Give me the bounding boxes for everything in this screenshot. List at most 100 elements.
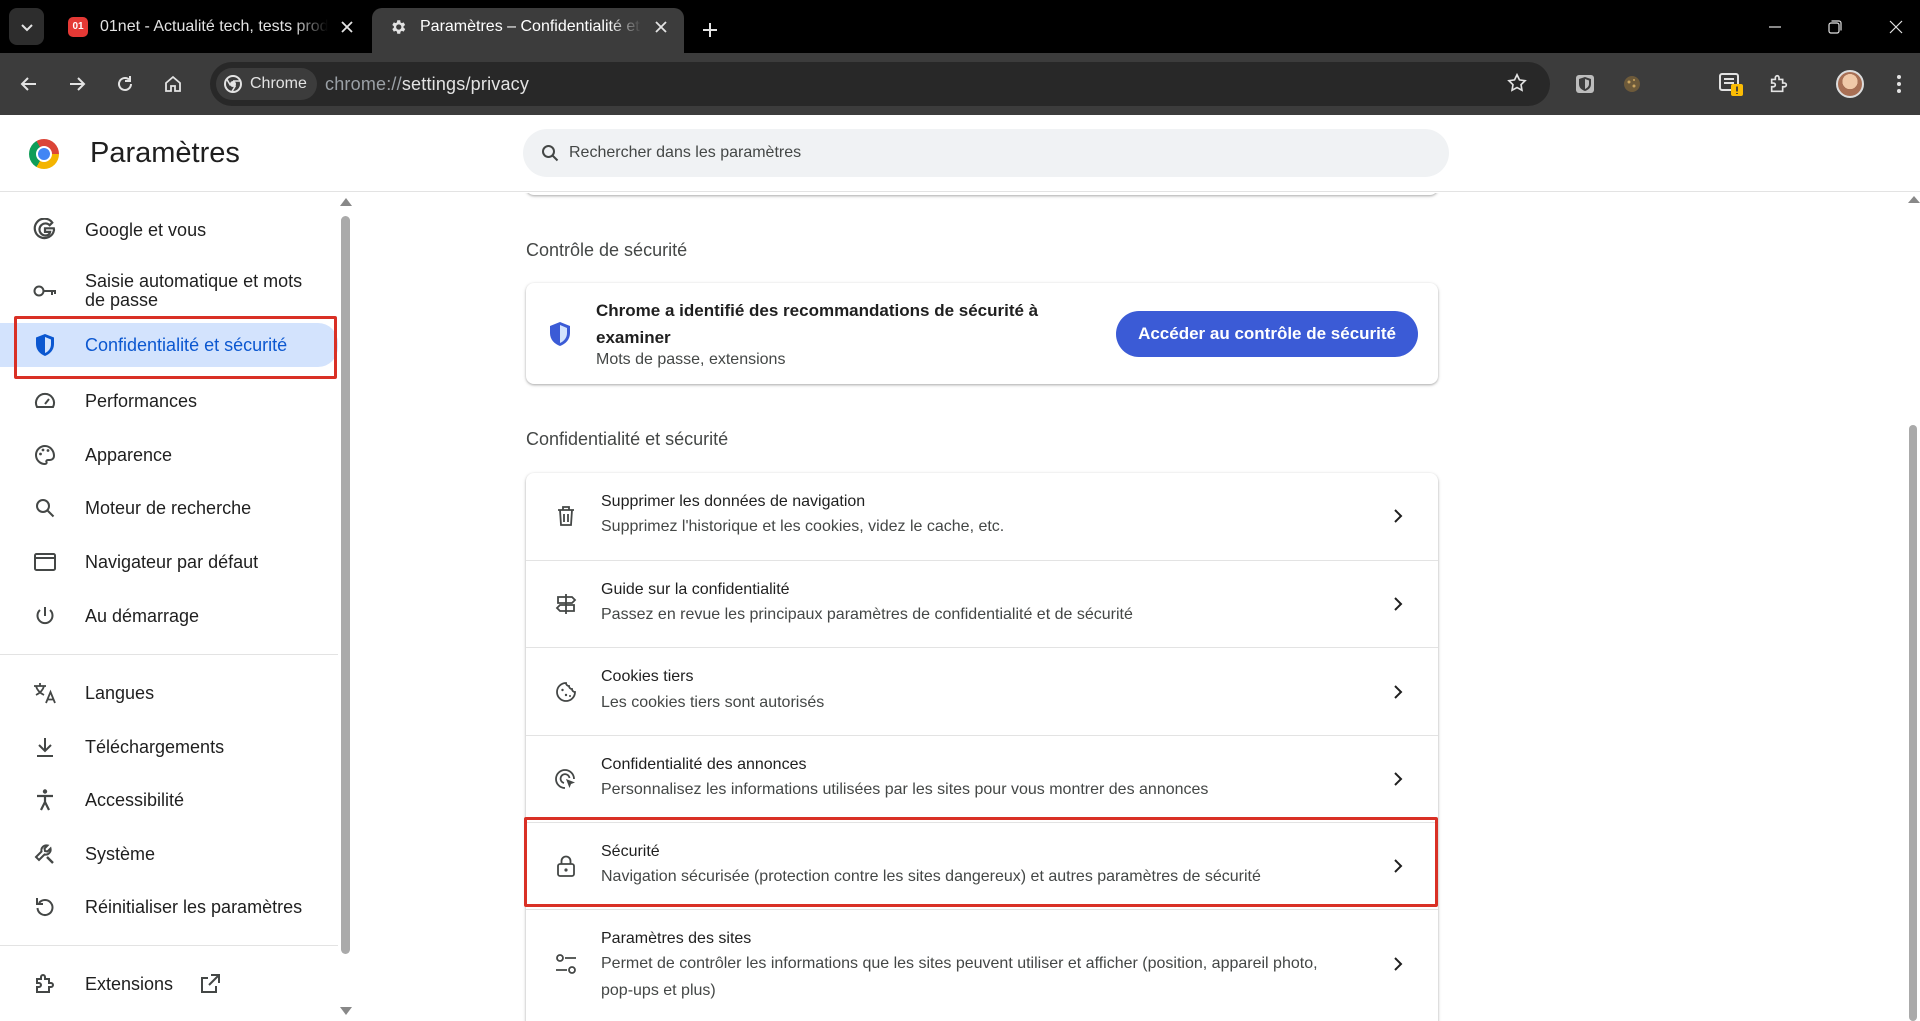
puzzle-icon (1770, 74, 1788, 93)
sidebar-item-reset[interactable]: Réinitialiser les paramètres (0, 890, 338, 924)
reset-icon (31, 893, 59, 921)
tab-01net[interactable]: 01 01net - Actualité tech, tests produit… (52, 8, 370, 53)
sidebar-item-performance[interactable]: Performances (0, 384, 338, 418)
row-title: Cookies tiers (601, 668, 694, 685)
sidebar-divider (0, 945, 338, 946)
sidebar-item-privacy[interactable]: Confidentialité et sécurité (0, 323, 338, 367)
url-text[interactable]: chrome://settings/privacy (325, 74, 529, 95)
tab-close-button[interactable] (650, 16, 672, 38)
row-third-party-cookies[interactable]: Cookies tiers Les cookies tiers sont aut… (526, 647, 1438, 735)
key-icon (31, 277, 59, 305)
minimize-button[interactable] (1757, 10, 1793, 44)
chevron-right-icon (1388, 506, 1408, 526)
bookmark-star-button[interactable] (1506, 72, 1528, 99)
address-bar[interactable]: Chrome chrome://settings/privacy (210, 62, 1550, 106)
sidebar-scroll-down-icon[interactable] (340, 1007, 352, 1015)
extension-cookie-button[interactable] (1615, 67, 1649, 101)
shield-icon (31, 331, 59, 359)
sidebar-item-label: Navigateur par défaut (85, 552, 259, 572)
tab-search-button[interactable] (9, 8, 44, 45)
row-site-settings[interactable]: Paramètres des sites Permet de contrôler… (526, 909, 1438, 1021)
main-scrollbar[interactable] (1909, 425, 1917, 1021)
chevron-down-icon (20, 23, 33, 31)
row-clear-browsing-data[interactable]: Supprimer les données de navigation Supp… (526, 473, 1438, 560)
chrome-logo-icon (29, 139, 59, 169)
home-icon (165, 75, 181, 92)
forward-button[interactable] (58, 65, 96, 103)
tab-title: Paramètres – Confidentialité et sécurité (420, 17, 642, 35)
sliders-icon (554, 952, 578, 976)
trash-icon (554, 504, 578, 528)
safety-check-subtitle: Mots de passe, extensions (596, 351, 786, 368)
restore-button[interactable] (1817, 10, 1853, 44)
settings-search[interactable] (523, 129, 1449, 177)
sidebar-scrollbar[interactable] (341, 216, 350, 954)
row-ad-privacy[interactable]: Confidentialité des annonces Personnalis… (526, 735, 1438, 822)
row-security[interactable]: Sécurité Navigation sécurisée (protectio… (526, 822, 1438, 909)
sidebar-item-startup[interactable]: Au démarrage (0, 599, 338, 633)
sidebar-item-label: Extensions (85, 974, 174, 994)
url-path: settings/privacy (401, 74, 530, 94)
sidebar-item-label: Accessibilité (85, 790, 185, 810)
external-link-icon (196, 970, 224, 998)
extension-notes-button[interactable] (1714, 67, 1748, 101)
minimize-icon (1769, 26, 1781, 28)
reload-button[interactable] (106, 65, 144, 103)
row-subtitle: Passez en revue les principaux paramètre… (601, 606, 1133, 623)
gear-icon (388, 17, 408, 37)
privacy-section-title: Confidentialité et sécurité (526, 429, 729, 449)
profile-avatar[interactable] (1836, 70, 1864, 98)
row-title: Sécurité (601, 843, 660, 860)
extensions-menu-button[interactable] (1762, 67, 1796, 101)
new-tab-button[interactable] (694, 14, 726, 46)
sidebar-item-label: Confidentialité et sécurité (85, 335, 288, 355)
sidebar-item-languages[interactable]: Langues (0, 676, 338, 710)
sidebar-item-default-browser[interactable]: Navigateur par défaut (0, 545, 338, 579)
sidebar-item-autofill[interactable]: Saisie automatique et mots de passe (0, 269, 338, 313)
back-button[interactable] (10, 65, 48, 103)
search-input[interactable] (569, 144, 1369, 162)
safety-check-title: Chrome a identifié des recommandations d… (596, 301, 1039, 347)
close-icon (1889, 20, 1903, 34)
shield-check-icon (548, 321, 572, 352)
close-window-button[interactable] (1878, 10, 1914, 44)
browser-window-icon (31, 548, 59, 576)
sidebar-item-appearance[interactable]: Apparence (0, 438, 338, 472)
site-info-chip[interactable]: Chrome (216, 68, 317, 100)
sidebar-item-extensions[interactable]: Extensions (0, 966, 338, 1002)
sidebar-item-label: Au démarrage (85, 606, 200, 626)
main-scroll-up-icon[interactable] (1908, 196, 1920, 203)
sidebar-item-label: Moteur de recherche (85, 498, 252, 518)
arrow-left-icon (20, 77, 36, 91)
tab-title: 01net - Actualité tech, tests produits (100, 17, 328, 35)
power-icon (31, 602, 59, 630)
chevron-right-icon (1388, 594, 1408, 614)
tab-settings[interactable]: Paramètres – Confidentialité et sécurité (372, 8, 684, 53)
star-icon (1507, 72, 1527, 92)
restore-icon (1828, 20, 1842, 34)
sidebar-item-label: Google et vous (85, 220, 207, 240)
extension-shield-button[interactable] (1568, 67, 1602, 101)
chrome-menu-button[interactable] (1884, 67, 1914, 101)
arrow-right-icon (70, 77, 86, 91)
google-g-icon (31, 216, 59, 244)
safety-section-title: Contrôle de sécurité (526, 240, 688, 260)
search-icon (542, 145, 559, 162)
row-privacy-guide[interactable]: Guide sur la confidentialité Passez en r… (526, 560, 1438, 647)
tab-close-button[interactable] (336, 16, 358, 38)
speedometer-icon (31, 387, 59, 415)
sidebar-item-system[interactable]: Système (0, 837, 338, 871)
sidebar-scroll-up-icon[interactable] (340, 198, 352, 206)
row-title: Supprimer les données de navigation (601, 493, 866, 510)
row-title: Paramètres des sites (601, 930, 752, 947)
home-button[interactable] (154, 65, 192, 103)
settings-sidebar: Google et vous Saisie automatique et mot… (0, 193, 338, 1021)
go-to-safety-check-button[interactable]: Accéder au contrôle de sécurité (1116, 311, 1418, 357)
sidebar-item-accessibility[interactable]: Accessibilité (0, 783, 338, 817)
sidebar-item-search-engine[interactable]: Moteur de recherche (0, 491, 338, 525)
row-subtitle: Personnalisez les informations utilisées… (601, 781, 1209, 798)
sidebar-item-downloads[interactable]: Téléchargements (0, 730, 338, 764)
url-scheme: chrome:// (325, 74, 402, 94)
download-icon (31, 733, 59, 761)
sidebar-item-google[interactable]: Google et vous (0, 213, 338, 247)
